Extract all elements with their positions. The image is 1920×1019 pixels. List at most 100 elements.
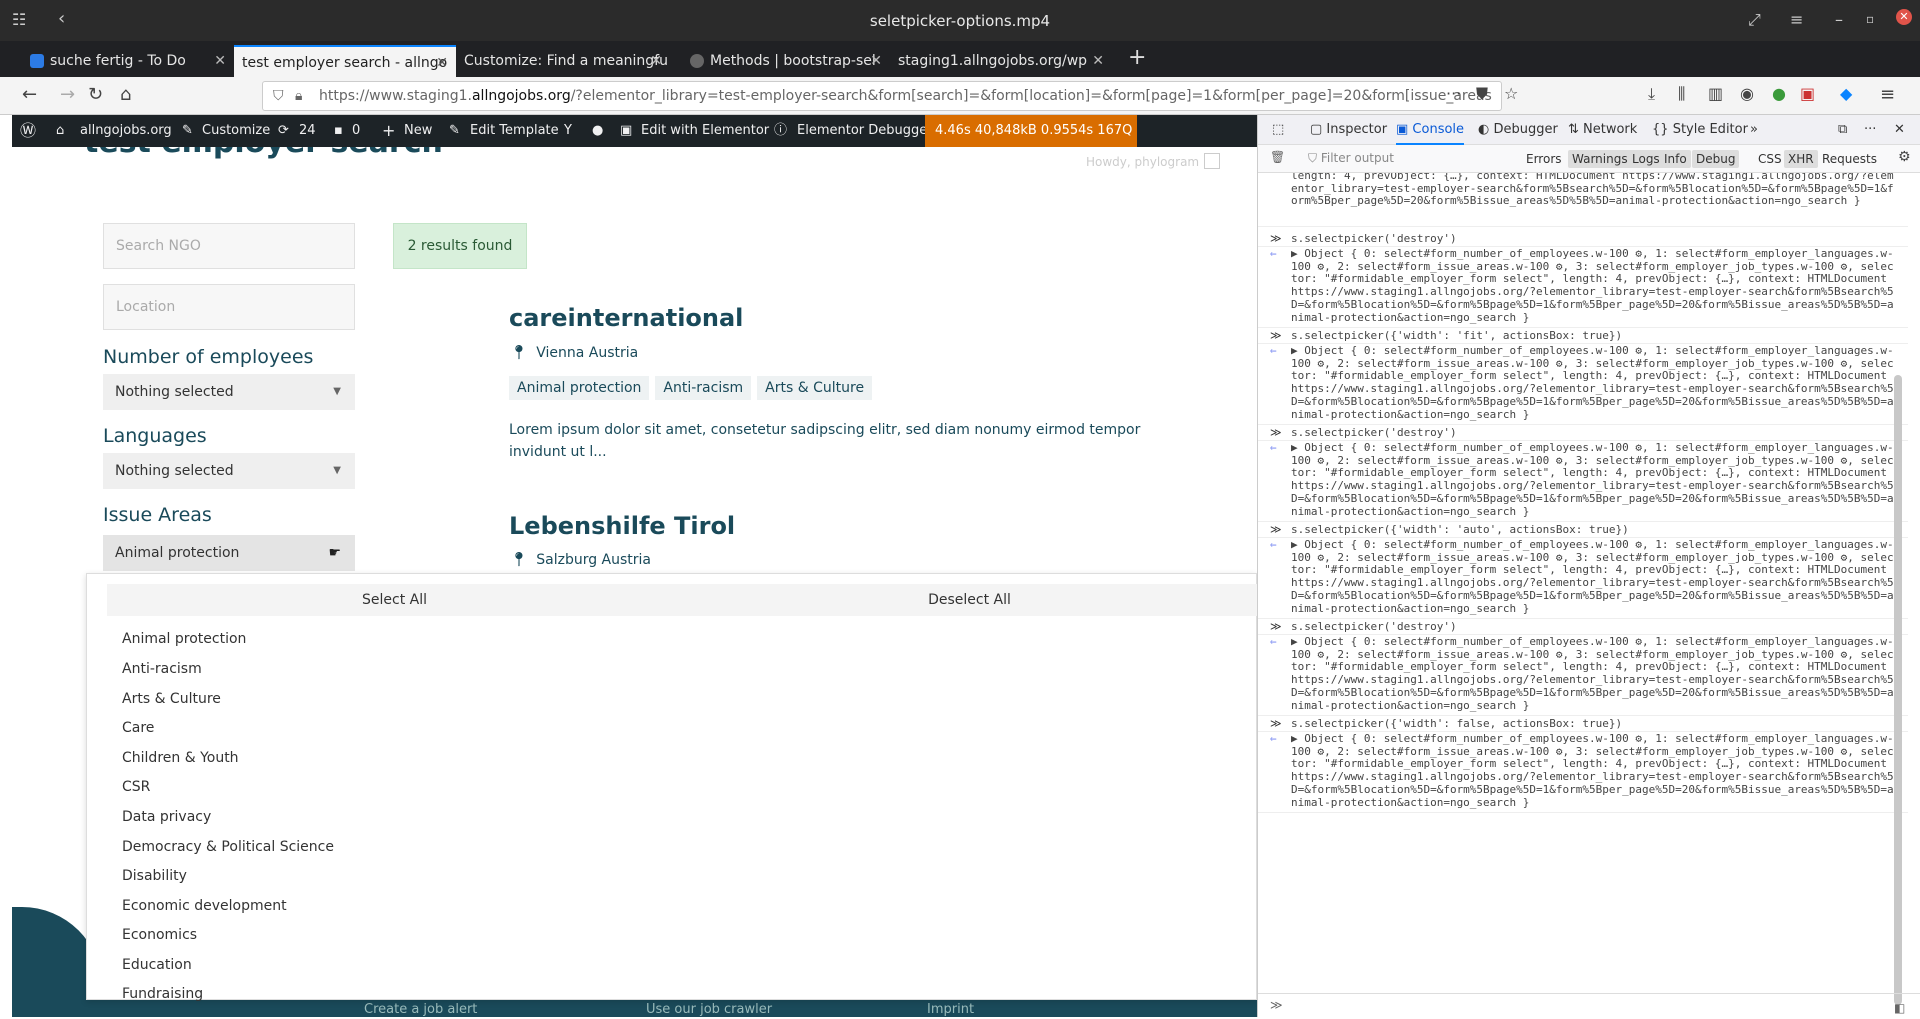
- footer-link[interactable]: Imprint: [927, 1002, 974, 1017]
- account-icon[interactable]: ◉: [1740, 84, 1754, 103]
- customize-link[interactable]: Customize: [202, 115, 270, 147]
- url-bar[interactable]: ⛉ 🔒︎ https://www.staging1.allngojobs.org…: [262, 81, 1502, 111]
- dropdown-option[interactable]: Arts & Culture: [122, 691, 221, 707]
- close-window-icon[interactable]: ✕: [1896, 9, 1912, 25]
- tab-todo[interactable]: suche fertig - To Do ✕: [10, 45, 234, 77]
- console-scrollbar[interactable]: [1894, 375, 1902, 1005]
- location-input[interactable]: Location: [103, 284, 355, 330]
- devtools-menu-icon[interactable]: ···: [1864, 115, 1876, 145]
- restore-icon[interactable]: ▫: [1866, 12, 1874, 26]
- updates-count[interactable]: 24: [299, 115, 316, 147]
- tag[interactable]: Anti-racism: [655, 376, 752, 400]
- tab-debugger[interactable]: ◐ Debugger: [1478, 115, 1558, 145]
- new-tab-icon[interactable]: +: [1128, 45, 1146, 70]
- filter-requests[interactable]: Requests: [1818, 150, 1881, 168]
- dropdown-option[interactable]: Education: [122, 957, 192, 973]
- deselect-all-button[interactable]: Deselect All: [682, 584, 1257, 616]
- reload-icon[interactable]: ↻: [88, 84, 103, 105]
- tab-network[interactable]: ⇅ Network: [1568, 115, 1637, 145]
- new-link[interactable]: New: [404, 115, 432, 147]
- tag[interactable]: Animal protection: [509, 376, 650, 400]
- console-result[interactable]: ⇐ ▶ Object { 0: select#form_number_of_emp…: [1258, 247, 1908, 328]
- back-button-icon[interactable]: ←: [22, 84, 37, 105]
- dropdown-option[interactable]: Animal protection: [122, 631, 246, 647]
- listing-title[interactable]: careinternational: [509, 304, 743, 332]
- tab-inspector[interactable]: ▢ Inspector: [1310, 115, 1387, 145]
- menu-icon[interactable]: ≡: [1790, 10, 1803, 29]
- sidebar-icon[interactable]: ▥: [1708, 84, 1723, 103]
- split-console-icon[interactable]: ◧: [1894, 997, 1905, 1019]
- console-settings-icon[interactable]: ⚙: [1898, 149, 1911, 165]
- tab-staging[interactable]: staging1.allngojobs.org/wp ✕: [890, 45, 1112, 77]
- dropdown-option[interactable]: Economic development: [122, 898, 287, 914]
- close-devtools-icon[interactable]: ✕: [1894, 115, 1905, 145]
- dropdown-option[interactable]: Children & Youth: [122, 750, 239, 766]
- wordpress-logo-icon[interactable]: Ⓦ: [20, 115, 36, 147]
- query-monitor-stats[interactable]: 4.46s 40,848kB 0.9554s 167Q: [925, 115, 1137, 147]
- dock-icon[interactable]: ⧉: [1838, 115, 1847, 145]
- close-tab-icon[interactable]: ✕: [870, 45, 882, 77]
- listing-title[interactable]: Lebenshilfe Tirol: [509, 512, 735, 540]
- fullscreen-icon[interactable]: ⤢: [1748, 10, 1761, 30]
- comments-count[interactable]: 0: [352, 115, 360, 147]
- close-tab-icon[interactable]: ✕: [214, 45, 226, 77]
- dropdown-option[interactable]: Democracy & Political Science: [122, 839, 334, 855]
- tag[interactable]: Arts & Culture: [757, 376, 873, 400]
- avatar[interactable]: [1204, 153, 1220, 169]
- console-result[interactable]: ⇐ ▶ Object { 0: select#form_number_of_emp…: [1258, 635, 1908, 716]
- hamburger-menu-icon[interactable]: ≡: [1880, 84, 1895, 105]
- dropdown-option[interactable]: Fundraising: [122, 986, 203, 1002]
- lock-icon[interactable]: 🔒︎: [295, 82, 302, 110]
- tab-style-editor[interactable]: {} Style Editor: [1652, 115, 1748, 145]
- edit-with-elementor-link[interactable]: Edit with Elementor: [641, 115, 769, 147]
- tab-console[interactable]: ▣ Console: [1396, 115, 1465, 145]
- console-result[interactable]: ⇐ ▶ Object { 0: select#form_number_of_emp…: [1258, 441, 1908, 522]
- filter-input[interactable]: ⛉ Filter output: [1308, 151, 1394, 166]
- console-result[interactable]: ⇐ ▶ Object { 0: select#form_number_of_emp…: [1258, 732, 1908, 813]
- dropdown-option[interactable]: Care: [122, 720, 154, 736]
- site-home-icon[interactable]: ⌂: [56, 115, 64, 147]
- dropdown-option[interactable]: Disability: [122, 868, 187, 884]
- filter-warnings[interactable]: Warnings: [1568, 150, 1632, 168]
- library-icon[interactable]: ⫼: [1678, 84, 1685, 104]
- more-tabs-icon[interactable]: »: [1750, 115, 1758, 145]
- extension-icon[interactable]: ●: [1772, 84, 1786, 103]
- bookmark-star-icon[interactable]: ☆: [1504, 84, 1518, 103]
- dropdown-option[interactable]: Anti-racism: [122, 661, 202, 677]
- console-result[interactable]: ⇐ ▶ Object { 0: select#form_number_of_emp…: [1258, 344, 1908, 425]
- issue-areas-select[interactable]: Animal protection ☛: [103, 535, 355, 571]
- close-tab-icon[interactable]: ✕: [650, 45, 662, 77]
- trash-icon[interactable]: 🗑︎: [1270, 150, 1285, 164]
- footer-link[interactable]: Create a job alert: [364, 1002, 477, 1017]
- filter-xhr[interactable]: XHR: [1784, 150, 1818, 168]
- forward-button-icon[interactable]: →: [60, 84, 75, 105]
- edit-template-link[interactable]: Edit Template: [470, 115, 559, 147]
- console-result[interactable]: ⇐ ▶ Object { 0: select#form_number_of_emp…: [1258, 538, 1908, 619]
- tab-employer-search[interactable]: test employer search - allngo ✕: [234, 45, 456, 77]
- console-input-field[interactable]: ≫ ◧: [1258, 993, 1920, 1017]
- filter-css[interactable]: CSS: [1754, 150, 1786, 168]
- filter-logs[interactable]: Logs: [1628, 150, 1664, 168]
- element-picker-icon[interactable]: ⬚: [1272, 115, 1284, 145]
- close-tab-icon[interactable]: ✕: [1092, 45, 1104, 77]
- minimize-icon[interactable]: –: [1835, 10, 1843, 29]
- search-ngo-input[interactable]: Search NGO: [103, 223, 355, 269]
- dropdown-option[interactable]: CSR: [122, 779, 150, 795]
- tab-methods[interactable]: Methods | bootstrap-sel ✕: [670, 45, 890, 77]
- select-all-button[interactable]: Select All: [107, 584, 682, 616]
- languages-select[interactable]: Nothing selected ▼: [103, 453, 355, 489]
- dropdown-option[interactable]: Economics: [122, 927, 197, 943]
- shield-icon[interactable]: ⛉: [273, 82, 284, 110]
- filter-info[interactable]: Info: [1660, 150, 1691, 168]
- dropdown-option[interactable]: Data privacy: [122, 809, 211, 825]
- pocket-icon[interactable]: ⛊: [1476, 84, 1488, 104]
- page-actions-icon[interactable]: ···: [1446, 84, 1461, 103]
- home-icon[interactable]: ⌂: [120, 84, 131, 105]
- filter-debug[interactable]: Debug: [1692, 150, 1740, 168]
- yoast-icon[interactable]: Y: [564, 115, 572, 147]
- extension-icon[interactable]: ▣: [1800, 84, 1815, 103]
- elementor-debugger-link[interactable]: Elementor Debugger: [797, 115, 933, 147]
- downloads-icon[interactable]: ⤓: [1648, 84, 1655, 104]
- tab-customize[interactable]: Customize: Find a meaningfu ✕: [456, 45, 670, 77]
- site-name-link[interactable]: allngojobs.org: [80, 115, 172, 147]
